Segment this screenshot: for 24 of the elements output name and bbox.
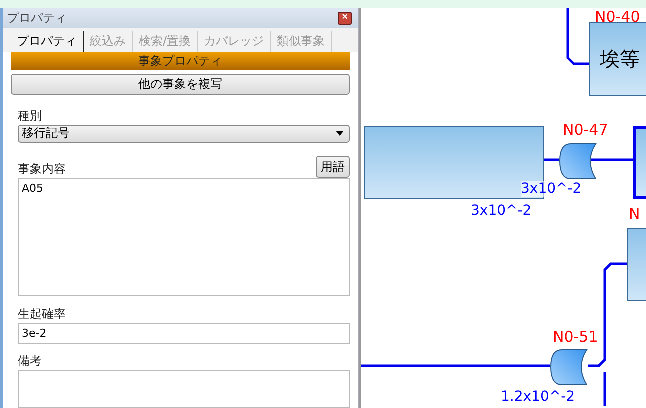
field-label: 事象内容 [18, 161, 66, 178]
dropdown-value: 移行記号 [22, 125, 70, 142]
field-label: 種別 [18, 108, 43, 125]
node-id-label: N0-47 [563, 121, 608, 139]
node-id-label: N0-51 [553, 328, 598, 346]
terms-button[interactable]: 用語 [316, 156, 350, 178]
close-button[interactable]: × [338, 12, 352, 24]
content-text-area[interactable]: A05 [18, 178, 350, 296]
section-header: 事象プロパティ [11, 52, 350, 70]
probability-input[interactable]: 3e-2 [18, 322, 350, 344]
dropdown-arrow-icon [336, 131, 344, 136]
connector-line [590, 158, 633, 162]
connector-line [566, 8, 589, 66]
field-label: 備考 [18, 352, 43, 370]
panel-title: プロパティ [7, 10, 67, 26]
copy-event-button[interactable]: 他の事象を複写 [11, 74, 350, 95]
event-box[interactable]: 埃等 [589, 22, 646, 96]
node-id-label: N [629, 205, 640, 223]
or-gate-icon [559, 143, 597, 180]
type-dropdown[interactable]: 移行記号 [18, 124, 350, 143]
probability-label: 3x10^-2 [521, 181, 582, 197]
connector-line [544, 158, 559, 162]
or-gate-icon [550, 349, 588, 386]
field-label: 生起確率 [18, 306, 67, 322]
